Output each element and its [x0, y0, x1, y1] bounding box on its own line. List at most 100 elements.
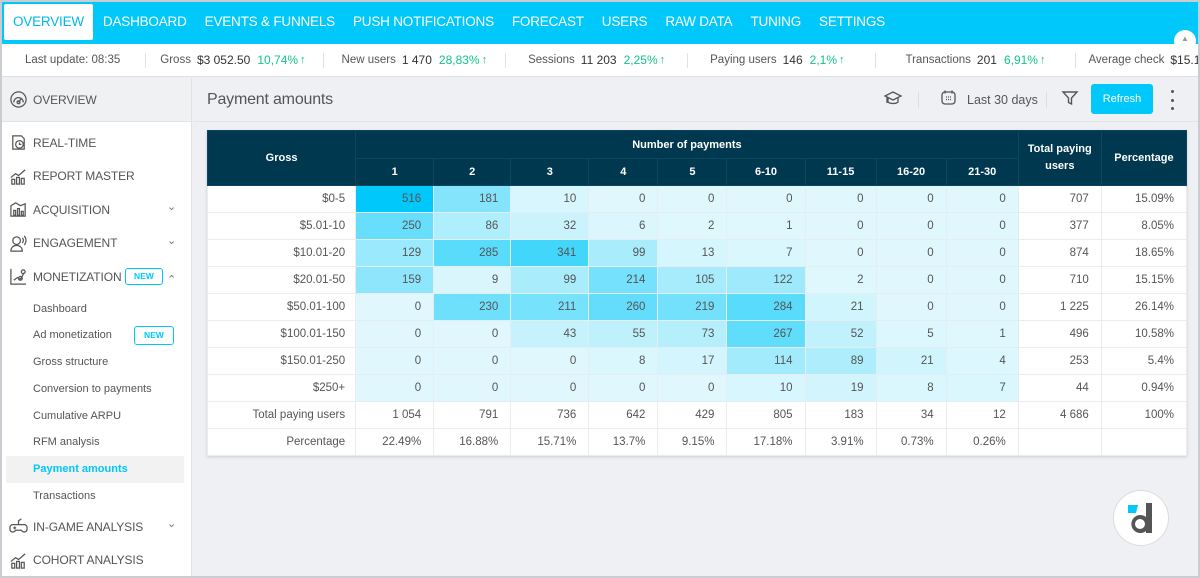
sidebar-subitem-rfm-analysis[interactable]: RFM analysis — [6, 429, 184, 456]
sidebar-item-overview[interactable]: OVERVIEW — [0, 78, 191, 122]
collapse-stats-button[interactable]: ▲ — [1174, 30, 1196, 52]
stat-value: 146 — [782, 53, 803, 67]
total-paying-users-header[interactable]: Total paying users — [1017, 130, 1102, 186]
stat-value: 201 — [976, 53, 997, 67]
row-total-paying-users: 44 — [1017, 374, 1102, 402]
sidebar-item-monetization[interactable]: MONETIZATION NEW ⌃ — [0, 260, 191, 294]
heatmap-cell: 516 — [355, 185, 435, 213]
heatmap-cell: 0 — [875, 212, 947, 240]
page-title: Payment amounts — [207, 90, 333, 108]
heatmap-cell: 0 — [945, 239, 1019, 267]
gross-range-label: $50.01-100 — [206, 293, 357, 321]
tab-raw-data[interactable]: RAW DATA — [656, 4, 741, 40]
payments-column-header[interactable]: 3 — [510, 158, 590, 186]
heatmap-cell: 8 — [588, 347, 659, 375]
percentage-row-cell: 0.26% — [945, 428, 1019, 456]
date-range-picker[interactable]: Last 30 days — [940, 78, 1038, 122]
stat-value: $15.19 — [1170, 53, 1200, 67]
stat-value: 11 203 — [580, 53, 617, 67]
sidebar-item-label: IN-GAME ANALYSIS — [33, 519, 144, 534]
heatmap-cell: 159 — [355, 266, 435, 294]
heatmap-cell: 89 — [804, 347, 877, 375]
more-options-button[interactable] — [1168, 90, 1176, 110]
percentage-row-pct — [1100, 428, 1188, 456]
percentage-header[interactable]: Percentage — [1100, 130, 1188, 186]
payments-column-header[interactable]: 2 — [433, 158, 512, 186]
row-total-paying-users: 874 — [1017, 239, 1102, 267]
heatmap-cell: 32 — [510, 212, 590, 240]
tab-settings[interactable]: SETTINGS — [810, 4, 894, 40]
sidebar-item-engagement[interactable]: ENGAGEMENT ⌄ — [0, 227, 191, 261]
stat-change: 6,91% — [1003, 53, 1038, 67]
sidebar-item-label: ACQUISITION — [33, 202, 110, 217]
payments-column-header[interactable]: 4 — [588, 158, 659, 186]
stat-label: New users — [341, 54, 396, 66]
gross-range-label: $10.01-20 — [206, 239, 357, 267]
tab-push-notifications[interactable]: PUSH NOTIFICATIONS — [344, 4, 503, 40]
table-row: $5.01-10 250 86 32 6 2 1 0 0 0 377 8.05% — [206, 212, 1188, 240]
sidebar-subitem-payment-amounts[interactable]: Payment amounts — [6, 456, 184, 484]
sidebar-subitem-conversion-to-payments[interactable]: Conversion to payments — [6, 376, 184, 403]
new-badge: NEW — [125, 268, 163, 286]
tab-dashboard[interactable]: DASHBOARD — [94, 4, 196, 40]
sidebar-subitem-transactions[interactable]: Transactions — [6, 483, 184, 510]
last-update: Last update: 08:35 — [0, 52, 147, 68]
sidebar-item-in-game-analysis[interactable]: IN-GAME ANALYSIS ⌄ — [0, 510, 191, 544]
table-row: $50.01-100 0 230 211 260 219 284 21 0 0 1 225 26.14… — [206, 293, 1188, 321]
heatmap-cell: 0 — [875, 266, 947, 294]
tutorial-button[interactable] — [883, 78, 903, 122]
row-total-paying-users: 496 — [1017, 320, 1102, 348]
payments-column-header[interactable]: 6-10 — [726, 158, 806, 186]
filter-funnel-icon — [1061, 89, 1079, 112]
chevron-down-icon[interactable]: ⌄ — [167, 234, 176, 247]
chevron-up-icon[interactable]: ⌃ — [167, 273, 176, 286]
sidebar-item-label: REAL-TIME — [33, 135, 97, 150]
sidebar-item-cohort-analysis[interactable]: COHORT ANALYSIS — [0, 543, 191, 577]
devtodev-logo[interactable] — [1113, 490, 1169, 546]
refresh-button[interactable]: Refresh — [1091, 84, 1153, 114]
sidebar-item-real-time[interactable]: REAL-TIME — [0, 126, 191, 160]
payments-column-header[interactable]: 16-20 — [875, 158, 947, 186]
tab-users[interactable]: USERS — [593, 4, 657, 40]
sidebar-subitem-label: Dashboard — [33, 302, 87, 315]
totals-row-cell: 791 — [433, 401, 512, 429]
heatmap-cell: 4 — [945, 347, 1019, 375]
tab-overview[interactable]: OVERVIEW — [4, 4, 93, 40]
payments-column-header[interactable]: 5 — [657, 158, 728, 186]
row-percentage: 0.94% — [1100, 374, 1188, 402]
payments-column-header[interactable]: 1 — [355, 158, 435, 186]
percentage-row-cell: 22.49% — [355, 428, 435, 456]
chevron-down-icon[interactable]: ⌄ — [167, 200, 176, 213]
dot-icon — [1170, 90, 1174, 93]
sidebar-subitem-dashboard[interactable]: Dashboard — [6, 296, 184, 323]
heatmap-cell: 52 — [804, 320, 877, 348]
gross-column-header[interactable]: Gross — [206, 130, 357, 186]
filter-button[interactable] — [1061, 78, 1079, 122]
percentage-row-cell: 17.18% — [726, 428, 806, 456]
totals-row-cell: 429 — [657, 401, 728, 429]
tab-tuning[interactable]: TUNING — [741, 4, 810, 40]
heatmap-cell: 230 — [433, 293, 512, 321]
sidebar-subitem-label: Ad monetization — [33, 329, 112, 342]
sidebar-subitem-ad-monetization[interactable]: Ad monetization NEW — [6, 322, 184, 349]
divider — [918, 92, 919, 108]
heatmap-cell: 0 — [355, 347, 435, 375]
stat-change: 10,74% — [257, 53, 299, 67]
chevron-down-icon[interactable]: ⌄ — [167, 517, 176, 530]
sidebar-subitem-gross-structure[interactable]: Gross structure — [6, 349, 184, 376]
sidebar-item-report-master[interactable]: REPORT MASTER — [0, 160, 191, 194]
stat-value: $3 052.50 — [196, 53, 251, 67]
payments-column-header[interactable]: 11-15 — [804, 158, 877, 186]
heatmap-cell: 7 — [945, 374, 1019, 402]
heatmap-cell: 0 — [804, 239, 877, 267]
heatmap-cell: 0 — [433, 374, 512, 402]
tab-forecast[interactable]: FORECAST — [503, 4, 593, 40]
sidebar-item-acquisition[interactable]: ACQUISITION ⌄ — [0, 193, 191, 227]
heatmap-cell: 122 — [726, 266, 806, 294]
payments-column-header[interactable]: 21-30 — [945, 158, 1019, 186]
arrow-up-icon: ↑ — [481, 54, 488, 66]
percentage-row-cell: 9.15% — [657, 428, 728, 456]
tab-events-funnels[interactable]: EVENTS & FUNNELS — [196, 4, 344, 40]
heatmap-cell: 17 — [657, 347, 728, 375]
sidebar-subitem-cumulative-arpu[interactable]: Cumulative ARPU — [6, 403, 184, 430]
